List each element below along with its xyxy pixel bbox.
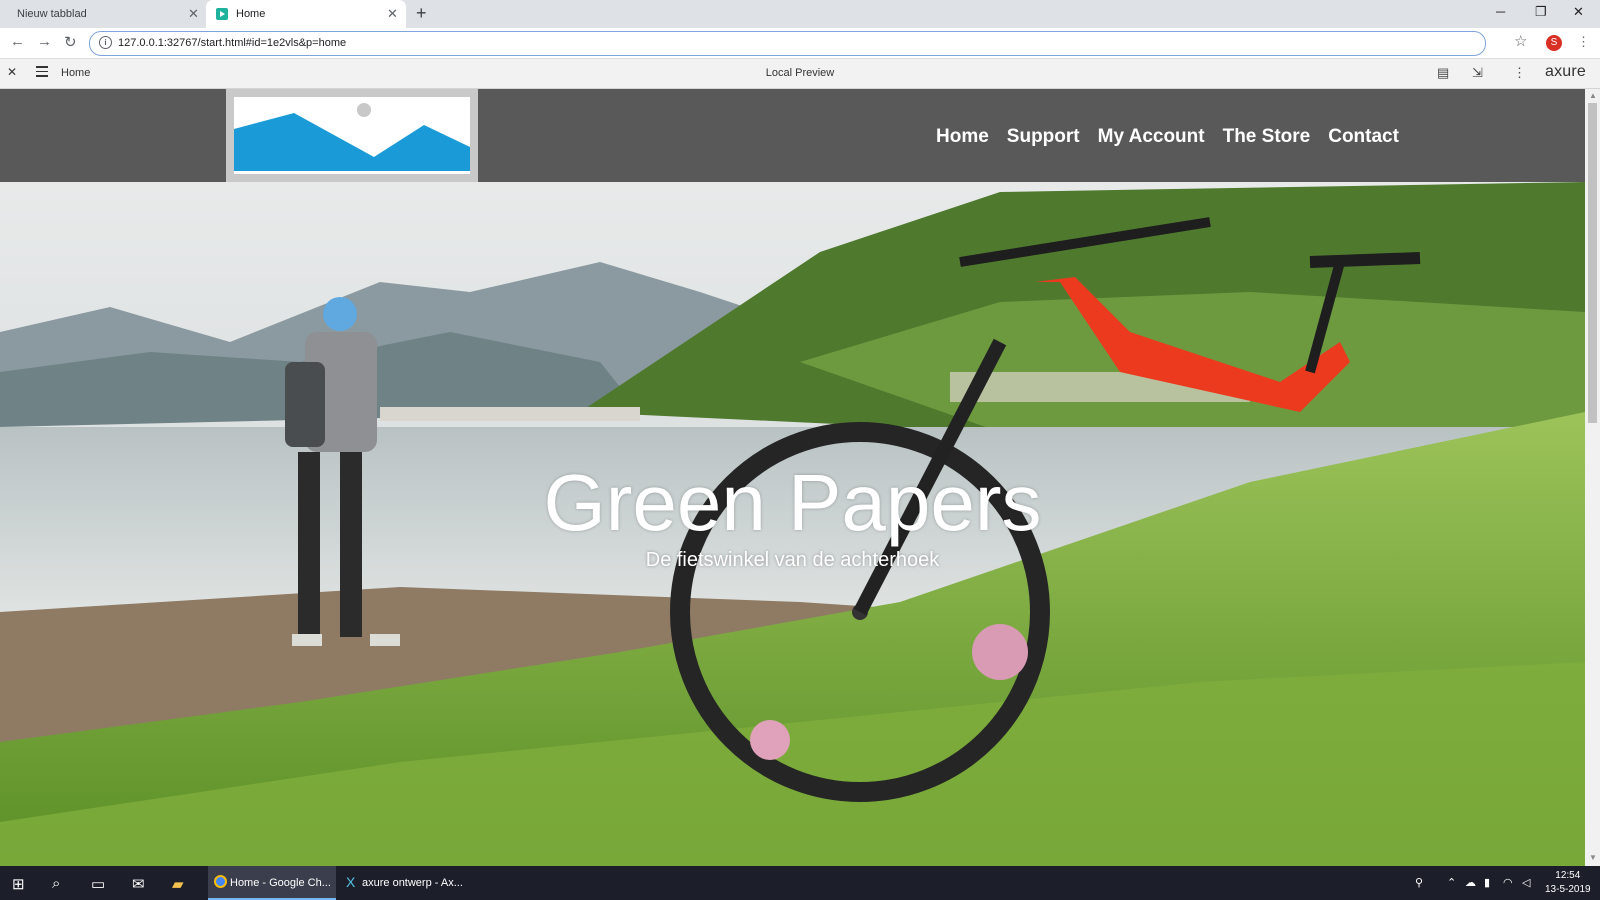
nav-contact[interactable]: Contact [1328,126,1399,148]
taskbar-app-label: Home - Google Ch... [230,877,331,889]
scroll-up-icon[interactable]: ▲ [1589,91,1597,100]
onedrive-icon[interactable]: ☁ [1465,876,1476,889]
battery-icon[interactable]: ▮ [1484,876,1490,889]
hero-subtitle: De fietswinkel van de achterhoek [645,549,940,571]
preview-label: Local Preview [765,67,835,79]
tab-title: Nieuw tabblad [17,8,87,20]
new-tab-icon[interactable]: + [416,3,427,24]
search-icon[interactable]: ⌕ [52,875,60,892]
site-info-icon[interactable]: i [99,36,112,49]
hero-banner: Green Papers De fietswinkel van de achte… [0,182,1585,866]
chrome-icon [214,875,227,888]
back-icon[interactable]: ← [10,33,25,50]
browser-menu-icon[interactable]: ⋮ [1577,34,1590,50]
mail-icon[interactable]: ✉ [132,875,145,893]
logo-placeholder-image [234,97,470,174]
nav-support[interactable]: Support [1007,126,1080,148]
axure-favicon-icon [216,8,228,20]
volume-icon[interactable]: ◁ [1522,876,1530,889]
tab-title: Home [236,8,266,20]
browser-tabstrip: Nieuw tabblad ✕ Home ✕ + ─ ❐ ✕ [0,0,1600,28]
task-view-icon[interactable]: ▭ [91,875,105,893]
scroll-down-icon[interactable]: ▼ [1589,853,1597,862]
wifi-icon[interactable]: ◠ [1503,876,1513,889]
tab-close-icon[interactable]: ✕ [387,6,398,22]
notes-icon[interactable]: ▤ [1437,65,1449,81]
windows-start-icon[interactable]: ⊞ [12,875,25,893]
clock-date: 13-5-2019 [1545,884,1591,895]
page-viewport: Home Support My Account The Store Contac… [0,89,1585,866]
axure-app-icon: X [346,874,356,890]
scrollbar-thumb[interactable] [1588,103,1597,423]
reload-icon[interactable]: ↻ [64,33,77,51]
people-icon[interactable]: ⚲ [1415,876,1423,889]
clock-time: 12:54 [1555,870,1581,881]
tab-close-icon[interactable]: ✕ [188,6,199,22]
address-bar[interactable]: i 127.0.0.1:32767/start.html#id=1e2vls&p… [89,31,1486,56]
tab-new-tab[interactable]: Nieuw tabblad ✕ [0,0,205,28]
nav-home[interactable]: Home [936,126,989,148]
restore-icon[interactable]: ❐ [1535,4,1547,20]
taskbar-app-label: axure ontwerp - Ax... [362,877,463,889]
more-options-icon[interactable]: ⋮ [1513,65,1526,81]
tab-home[interactable]: Home ✕ [206,0,406,28]
windows-taskbar: ⊞ ⌕ ▭ ✉ ▰ Home - Google Ch... X axure on… [0,866,1600,900]
url-text: 127.0.0.1:32767/start.html#id=1e2vls&p=h… [118,37,347,49]
site-logo[interactable] [226,89,478,182]
axure-preview-bar: ✕ Home Local Preview ▤ ⇲ ⋮ axure [0,59,1600,89]
profile-avatar[interactable]: S [1546,35,1562,51]
inspect-icon[interactable]: ⇲ [1472,65,1483,81]
axure-logo: axure [1545,63,1587,80]
window-close-icon[interactable]: ✕ [1573,4,1584,20]
taskbar-app-axure[interactable]: X axure ontwerp - Ax... [340,866,468,900]
system-clock[interactable]: 12:54 13-5-2019 [1545,869,1591,897]
tray-chevron-icon[interactable]: ⌃ [1447,876,1456,889]
bookmark-star-icon[interactable]: ☆ [1514,32,1527,50]
file-explorer-icon[interactable]: ▰ [172,875,184,893]
taskbar-app-chrome[interactable]: Home - Google Ch... [208,866,336,900]
nav-my-account[interactable]: My Account [1098,126,1205,148]
minimize-icon[interactable]: ─ [1496,4,1505,19]
browser-toolbar: ← → ↻ i 127.0.0.1:32767/start.html#id=1e… [0,28,1600,59]
hero-title: Green Papers [543,458,1042,547]
main-nav: Home Support My Account The Store Contac… [936,126,1399,148]
forward-icon[interactable]: → [37,33,52,50]
page-scrollbar[interactable]: ▲ ▼ [1585,89,1600,866]
site-header: Home Support My Account The Store Contac… [0,89,1585,182]
nav-the-store[interactable]: The Store [1223,126,1311,148]
